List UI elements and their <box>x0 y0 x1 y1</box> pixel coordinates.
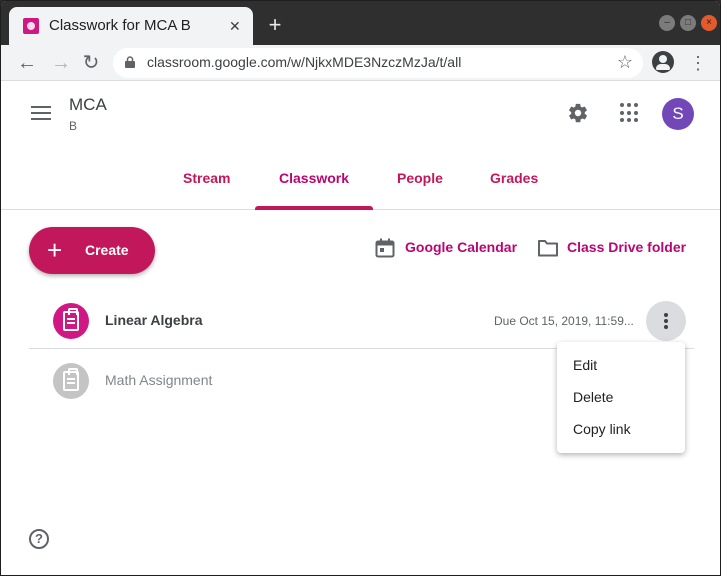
reload-button[interactable]: ↻ <box>79 51 103 75</box>
hamburger-menu-icon[interactable] <box>31 106 51 120</box>
item-due-date: Due Oct 15, 2019, 11:59... <box>494 314 634 328</box>
browser-toolbar: ← → ↻ classroom.google.com/w/NjkxMDE3Nzc… <box>1 45 720 81</box>
menu-item-edit[interactable]: Edit <box>573 357 597 373</box>
google-calendar-label: Google Calendar <box>405 239 518 255</box>
item-context-menu: Edit Delete Copy link <box>557 342 685 453</box>
tab-close-icon[interactable]: ✕ <box>229 16 241 36</box>
tab-people[interactable]: People <box>397 170 443 186</box>
minimize-button[interactable]: – <box>659 15 675 31</box>
browser-menu-icon[interactable]: ⋮ <box>689 51 707 75</box>
more-options-icon[interactable] <box>646 301 686 341</box>
user-avatar[interactable]: S <box>662 98 694 130</box>
list-item[interactable]: Linear Algebra Due Oct 15, 2019, 11:59..… <box>29 293 694 349</box>
item-title: Math Assignment <box>105 372 213 388</box>
class-section: B <box>69 119 78 133</box>
tab-classwork[interactable]: Classwork <box>279 170 349 186</box>
bookmark-star-icon[interactable]: ☆ <box>617 52 633 73</box>
assignment-icon <box>53 363 89 399</box>
assignment-icon <box>53 303 89 339</box>
tab-strip: Classwork for MCA B ✕ + – □ × <box>1 1 720 45</box>
browser-window: Classwork for MCA B ✕ + – □ × ← → ↻ clas… <box>0 0 721 576</box>
address-bar[interactable]: classroom.google.com/w/NjkxMDE3NzczMzJa/… <box>113 48 643 78</box>
menu-item-delete[interactable]: Delete <box>573 389 613 405</box>
create-label: Create <box>85 242 129 258</box>
apps-grid-icon[interactable] <box>620 103 640 123</box>
url-text: classroom.google.com/w/NjkxMDE3NzczMzJa/… <box>147 54 462 70</box>
gear-icon[interactable] <box>567 102 589 124</box>
maximize-button[interactable]: □ <box>680 15 696 31</box>
classroom-favicon-icon <box>23 18 39 34</box>
create-button[interactable]: + Create <box>29 227 155 274</box>
plus-icon: + <box>47 235 63 265</box>
browser-tab[interactable]: Classwork for MCA B ✕ <box>9 7 253 45</box>
menu-item-copy-link[interactable]: Copy link <box>573 421 631 437</box>
folder-icon <box>538 240 558 257</box>
item-title: Linear Algebra <box>105 312 203 328</box>
calendar-icon <box>375 238 395 258</box>
forward-button[interactable]: → <box>49 51 73 75</box>
tab-stream[interactable]: Stream <box>183 170 230 186</box>
close-window-button[interactable]: × <box>701 15 717 31</box>
tab-title: Classwork for MCA B <box>49 17 191 34</box>
lock-icon <box>125 56 135 68</box>
new-tab-button[interactable]: + <box>263 13 287 37</box>
class-drive-folder-label: Class Drive folder <box>567 239 687 255</box>
class-name[interactable]: MCA <box>69 95 107 115</box>
active-tab-indicator <box>255 206 373 210</box>
help-icon[interactable]: ? <box>29 529 49 549</box>
class-tabs: Stream Classwork People Grades <box>1 162 720 210</box>
classroom-header: MCA B S Stream Classwork People Grades <box>1 82 720 210</box>
back-button[interactable]: ← <box>15 51 39 75</box>
browser-profile-icon[interactable] <box>652 51 674 73</box>
tab-grades[interactable]: Grades <box>490 170 538 186</box>
